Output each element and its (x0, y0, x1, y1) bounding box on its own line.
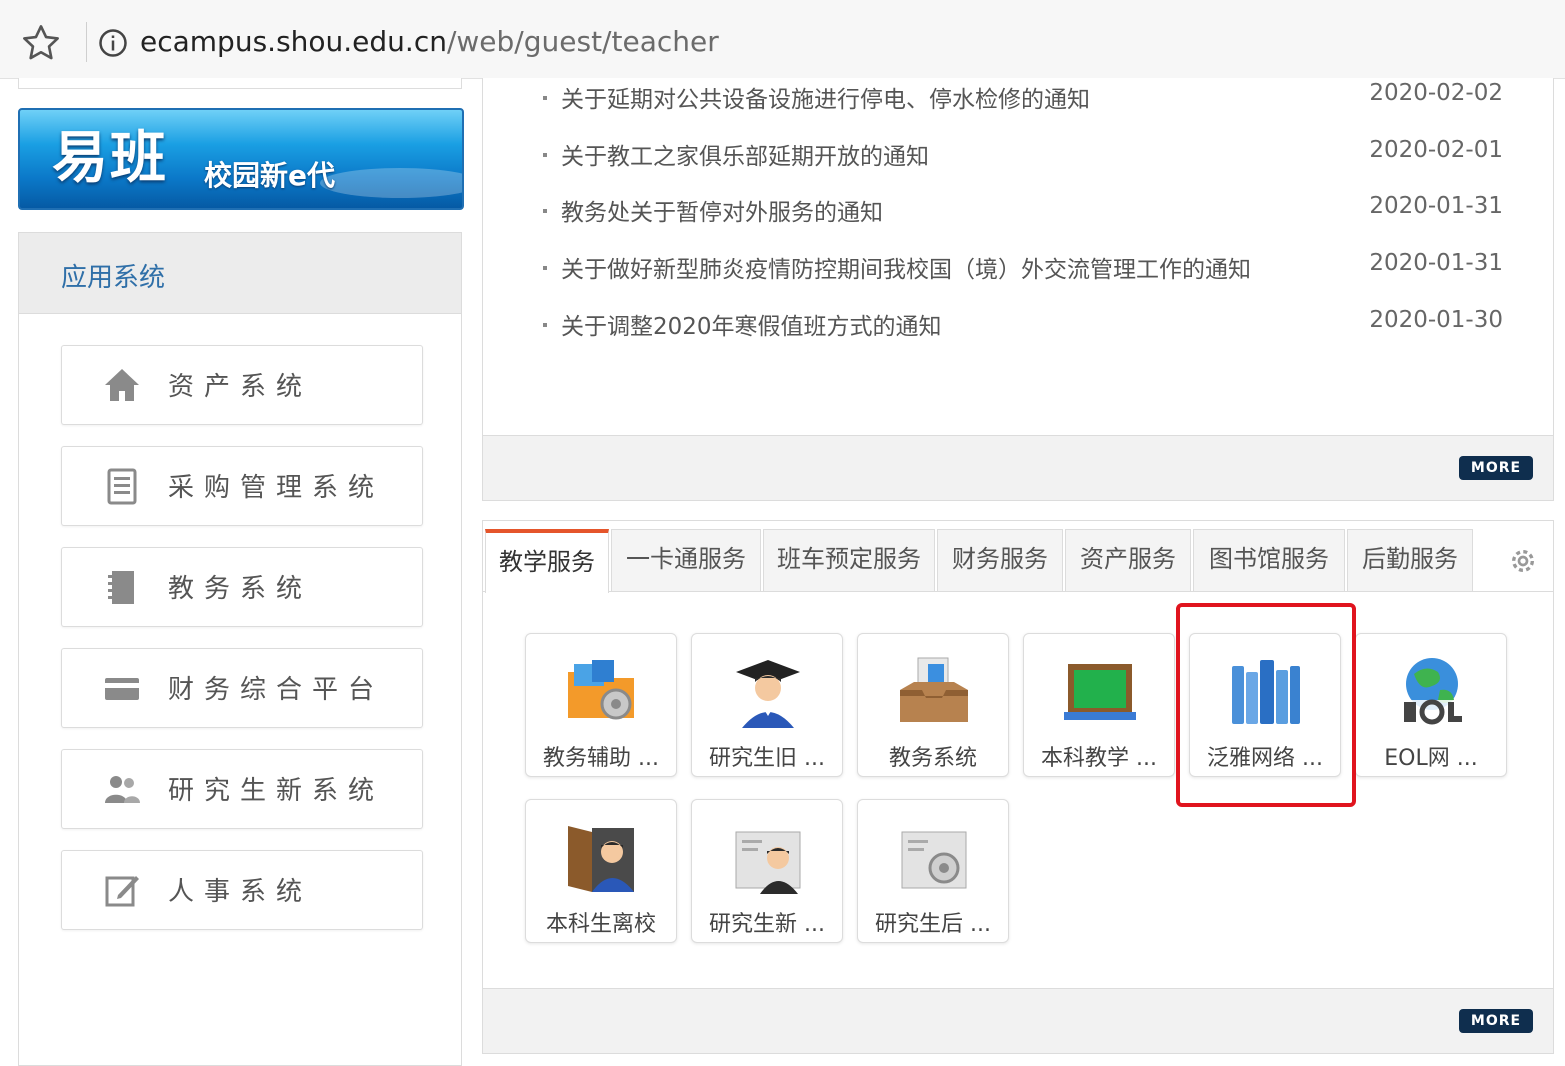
document-list-icon (107, 468, 137, 505)
service-tile[interactable]: 教务辅助 ... (525, 633, 677, 777)
left-top-panel-edge (18, 78, 462, 89)
notice-title[interactable]: 关于调整2020年寒假值班方式的通知 (561, 307, 942, 341)
notice-date: 2020-01-31 (1369, 250, 1503, 276)
notice-date: 2020-01-31 (1369, 193, 1503, 219)
tab-campus-card-services[interactable]: 一卡通服务 (611, 529, 761, 591)
apps-panel: 应用系统 资产系统 采购管理系统 教务系统 财务综合平台 研究生新系统 人事系统 (18, 232, 462, 1066)
url-field[interactable]: ecampus.shou.edu.cn/web/guest/teacher (140, 22, 719, 62)
app-button-procurement[interactable]: 采购管理系统 (61, 446, 423, 526)
door-person-icon (568, 826, 634, 892)
service-tile[interactable]: 研究生新 ... (691, 799, 843, 943)
gear-icon[interactable] (1507, 545, 1539, 577)
app-button-label: 教务系统 (168, 574, 313, 604)
service-tile[interactable]: 研究生旧 ... (691, 633, 843, 777)
graduate-icon (736, 660, 800, 728)
tab-teaching-services[interactable]: 教学服务 (485, 529, 609, 593)
notice-date: 2020-02-01 (1369, 137, 1503, 163)
notices-more-button[interactable]: MORE (1459, 456, 1533, 480)
notice-item[interactable]: 关于延期对公共设备设施进行停电、停水检修的通知 2020-02-02 (543, 78, 1523, 118)
service-tile[interactable]: 本科教学 ... (1023, 633, 1175, 777)
app-button-graduate[interactable]: 研究生新系统 (61, 749, 423, 829)
bullet-dot (543, 209, 547, 213)
notice-item[interactable]: 教务处关于暂停对外服务的通知 2020-01-31 (543, 191, 1523, 231)
notice-item[interactable]: 关于调整2020年寒假值班方式的通知 2020-01-30 (543, 305, 1523, 345)
banner-glow (320, 168, 462, 198)
service-panel: 教学服务 一卡通服务 班车预定服务 财务服务 资产服务 图书馆服务 后勤服务 教… (482, 520, 1554, 1054)
edit-icon (105, 876, 139, 907)
service-tile[interactable]: 本科生离校 (525, 799, 677, 943)
notebook-icon (108, 571, 134, 604)
app-button-academic[interactable]: 教务系统 (61, 547, 423, 627)
bullet-dot (543, 96, 547, 100)
tab-library-services[interactable]: 图书馆服务 (1193, 529, 1345, 591)
info-icon[interactable] (98, 28, 128, 58)
service-tile-label: 研究生新 ... (709, 912, 825, 937)
tab-logistics-services[interactable]: 后勤服务 (1347, 529, 1473, 591)
bullet-dot (543, 153, 547, 157)
service-tile[interactable]: EOL网 ... (1355, 633, 1507, 777)
service-tile-label: EOL网 ... (1384, 746, 1478, 771)
url-path: /web/guest/teacher (446, 25, 719, 58)
notice-title[interactable]: 教务处关于暂停对外服务的通知 (561, 193, 883, 227)
notice-panel: 关于延期对公共设备设施进行停电、停水检修的通知 2020-02-02 关于教工之… (482, 78, 1554, 501)
inbox-icon (900, 657, 968, 722)
eol-globe-icon (1402, 658, 1462, 725)
app-button-label: 采购管理系统 (168, 473, 385, 503)
tab-finance-services[interactable]: 财务服务 (937, 529, 1063, 591)
notice-date: 2020-02-02 (1369, 80, 1503, 106)
notice-title[interactable]: 关于教工之家俱乐部延期开放的通知 (561, 137, 929, 171)
app-button-label: 财务综合平台 (168, 675, 385, 705)
app-button-hr[interactable]: 人事系统 (61, 850, 423, 930)
address-bar: ecampus.shou.edu.cn/web/guest/teacher (0, 0, 1565, 79)
service-panel-footer: MORE (483, 988, 1553, 1053)
service-tile-label: 本科生离校 (545, 912, 656, 937)
notice-panel-footer: MORE (483, 435, 1553, 500)
url-host: ecampus.shou.edu.cn (140, 25, 447, 58)
person-folder-icon (735, 831, 801, 894)
service-tile-label: 研究生后 ... (875, 912, 991, 937)
notice-date: 2020-01-30 (1369, 307, 1503, 333)
app-button-assets[interactable]: 资产系统 (61, 345, 423, 425)
yiban-banner[interactable]: 易班 校园新e代 (18, 108, 464, 210)
service-tile-label: 教务辅助 ... (543, 746, 659, 771)
service-tile[interactable]: 研究生后 ... (857, 799, 1009, 943)
bookmark-star-icon[interactable] (20, 22, 62, 64)
blackboard-icon (1064, 664, 1136, 720)
highlight-box (1176, 603, 1356, 807)
service-tile[interactable]: 教务系统 (857, 633, 1009, 777)
service-tabs: 教学服务 一卡通服务 班车预定服务 财务服务 资产服务 图书馆服务 后勤服务 (483, 521, 1553, 593)
service-tile-label: 研究生旧 ... (709, 746, 825, 771)
folder-gear-icon (568, 660, 634, 720)
folder-gear-grey-icon (901, 831, 967, 889)
bullet-dot (543, 323, 547, 327)
app-button-finance[interactable]: 财务综合平台 (61, 648, 423, 728)
app-button-label: 研究生新系统 (168, 776, 385, 806)
home-icon (105, 369, 139, 401)
notice-item[interactable]: 关于教工之家俱乐部延期开放的通知 2020-02-01 (543, 135, 1523, 175)
services-more-button[interactable]: MORE (1459, 1009, 1533, 1033)
bullet-dot (543, 266, 547, 270)
notice-title[interactable]: 关于做好新型肺炎疫情防控期间我校国（境）外交流管理工作的通知 (561, 250, 1251, 284)
service-tile-label: 本科教学 ... (1041, 746, 1157, 771)
toolbar-separator (86, 22, 87, 62)
tab-asset-services[interactable]: 资产服务 (1065, 529, 1191, 591)
users-icon (105, 776, 140, 803)
apps-panel-title: 应用系统 (61, 263, 166, 293)
app-button-label: 人事系统 (168, 877, 313, 907)
banner-slogan: 校园新e代 (204, 159, 335, 192)
tab-shuttle-booking-services[interactable]: 班车预定服务 (763, 529, 935, 591)
banner-logo-text: 易班 (52, 126, 168, 191)
card-icon (105, 678, 139, 700)
notice-title[interactable]: 关于延期对公共设备设施进行停电、停水检修的通知 (561, 80, 1090, 114)
app-button-label: 资产系统 (168, 372, 313, 402)
notice-item[interactable]: 关于做好新型肺炎疫情防控期间我校国（境）外交流管理工作的通知 2020-01-3… (543, 248, 1523, 288)
apps-panel-header: 应用系统 (19, 233, 461, 314)
service-tile-label: 教务系统 (888, 746, 977, 771)
